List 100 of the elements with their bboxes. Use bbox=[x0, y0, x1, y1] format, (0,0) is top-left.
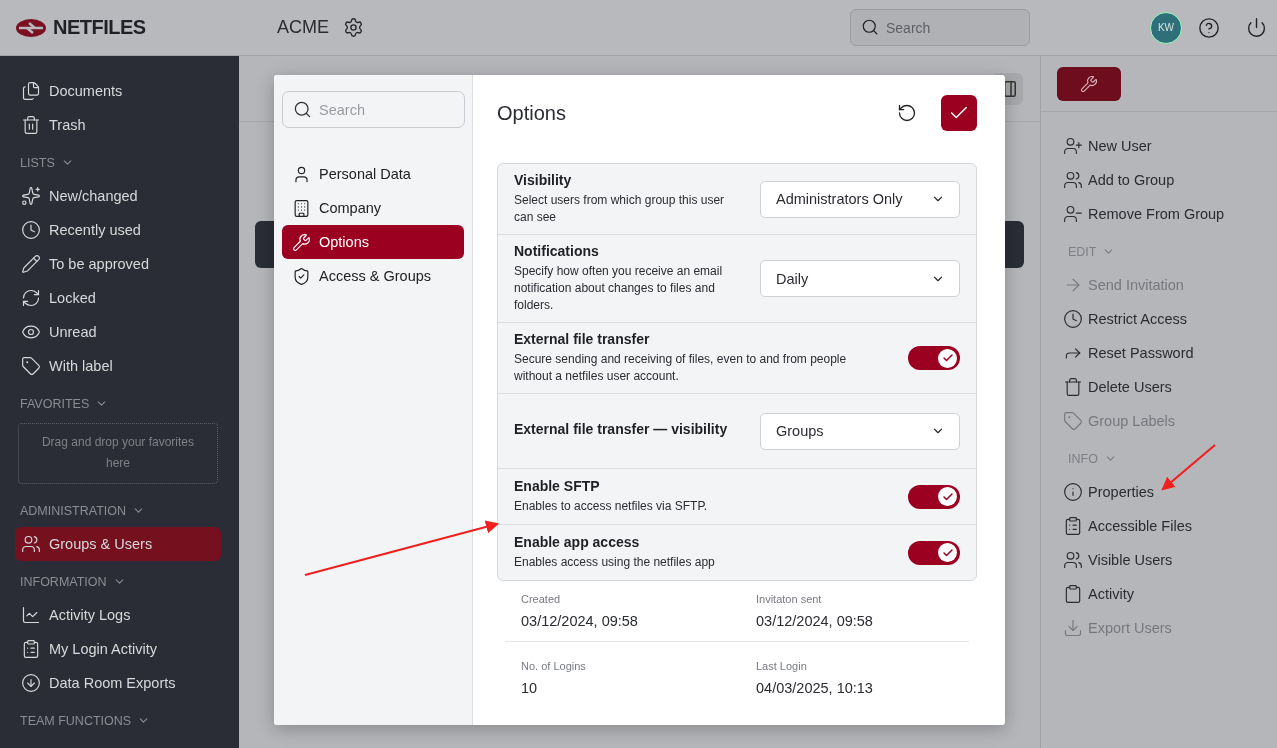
setting-title: Notifications bbox=[514, 243, 600, 259]
power-icon[interactable] bbox=[1246, 17, 1267, 38]
setting-description: Specify how often you receive an email notification about changes to files and folders. bbox=[514, 263, 724, 314]
action-item[interactable]: Delete Users bbox=[1063, 370, 1277, 404]
select-field[interactable]: Daily bbox=[760, 260, 960, 297]
action-item[interactable]: Accessible Files bbox=[1063, 509, 1277, 543]
sidebar-item[interactable]: Data Room Exports bbox=[15, 666, 221, 700]
item-icon bbox=[21, 220, 41, 240]
settings-button[interactable] bbox=[343, 17, 364, 38]
setting-description: Enables to access netfiles via SFTP. bbox=[514, 498, 709, 515]
action-icon bbox=[1063, 377, 1083, 397]
setting-description: Enables access using the netfiles app bbox=[514, 554, 716, 571]
nav-item[interactable]: Company bbox=[282, 191, 464, 225]
check-icon bbox=[941, 352, 954, 364]
item-icon bbox=[21, 639, 41, 659]
item-icon bbox=[21, 115, 41, 135]
sidebar-item[interactable]: New/changed bbox=[15, 179, 221, 213]
action-icon bbox=[1063, 309, 1083, 329]
detail-label: Created bbox=[521, 593, 562, 605]
sidebar-item[interactable]: To be approved bbox=[15, 247, 221, 281]
workspace-name: ACME bbox=[277, 17, 329, 38]
help-icon[interactable] bbox=[1198, 16, 1220, 39]
tools-button[interactable] bbox=[1057, 67, 1121, 101]
sidebar-item[interactable]: Recently used bbox=[15, 213, 221, 247]
section-title[interactable]: ADMINISTRATION bbox=[20, 503, 127, 518]
setting-title: External file transfer — visibility bbox=[514, 421, 729, 437]
nav-icon bbox=[292, 198, 311, 218]
setting-title: Visibility bbox=[514, 172, 573, 188]
item-icon bbox=[21, 81, 41, 101]
section-title[interactable]: TEAM FUNCTIONS bbox=[20, 713, 132, 728]
annotation-arrow bbox=[1161, 444, 1216, 491]
action-icon bbox=[1063, 618, 1083, 638]
logo-text: NETFILES bbox=[53, 16, 146, 39]
action-icon bbox=[1063, 482, 1083, 502]
action-icon bbox=[1063, 170, 1083, 190]
check-icon bbox=[941, 490, 954, 503]
panel-icon bbox=[1004, 80, 1016, 97]
item-icon bbox=[21, 605, 41, 625]
setting-title: Enable SFTP bbox=[514, 478, 601, 494]
detail-value: 03/12/2024, 09:58 bbox=[521, 613, 639, 629]
action-item[interactable]: Activity bbox=[1063, 577, 1277, 611]
detail-label: No. of Logins bbox=[521, 660, 587, 672]
sidebar-item[interactable]: Unread bbox=[15, 315, 221, 349]
search-icon bbox=[861, 18, 879, 36]
user-avatar[interactable]: KW bbox=[1150, 11, 1182, 44]
nav-item[interactable]: Options bbox=[282, 225, 464, 259]
select-field[interactable]: Administrators Only bbox=[760, 180, 960, 218]
item-icon bbox=[21, 254, 41, 274]
detail-value: 10 bbox=[521, 680, 539, 696]
item-icon bbox=[21, 534, 41, 554]
check-icon bbox=[941, 546, 954, 559]
toggle-switch[interactable] bbox=[908, 540, 960, 565]
sidebar-item[interactable]: Locked bbox=[15, 281, 221, 315]
nav-icon bbox=[292, 164, 311, 184]
setting-description: Secure sending and receiving of files, even to and from people without a netfiles user account. bbox=[514, 351, 848, 385]
action-icon bbox=[1063, 550, 1083, 570]
reset-icon[interactable] bbox=[897, 103, 917, 123]
setting-title: External file transfer bbox=[514, 331, 651, 347]
detail-value: 03/12/2024, 09:58 bbox=[756, 613, 874, 629]
setting-description: Select users from which group this user can see bbox=[514, 192, 726, 226]
confirm-button[interactable] bbox=[941, 95, 977, 131]
toggle-switch[interactable] bbox=[908, 346, 960, 370]
nav-item[interactable]: Access & Groups bbox=[282, 259, 464, 293]
search-field[interactable]: Search bbox=[282, 91, 465, 128]
action-icon bbox=[1063, 516, 1083, 536]
nav-item[interactable]: Personal Data bbox=[282, 157, 464, 191]
section-title[interactable]: LISTS bbox=[20, 155, 55, 170]
search-icon bbox=[293, 100, 312, 119]
detail-value: 04/03/2025, 10:13 bbox=[756, 680, 874, 696]
action-item[interactable]: New User bbox=[1063, 129, 1277, 163]
sidebar-item[interactable]: Documents bbox=[15, 74, 221, 108]
logo-icon bbox=[15, 17, 47, 38]
sidebar-item[interactable]: My Login Activity bbox=[15, 632, 221, 666]
action-icon bbox=[1063, 584, 1083, 604]
item-icon bbox=[21, 186, 41, 206]
search-field[interactable]: Search bbox=[850, 9, 1030, 46]
section-title[interactable]: INFORMATION bbox=[20, 574, 107, 589]
action-item[interactable]: Add to Group bbox=[1063, 163, 1277, 197]
select-field[interactable]: Groups bbox=[760, 412, 960, 450]
section-title[interactable]: FAVORITES bbox=[20, 396, 90, 411]
nav-icon bbox=[292, 266, 311, 286]
action-icon bbox=[1063, 204, 1083, 224]
item-icon bbox=[21, 288, 41, 308]
action-item[interactable]: Properties bbox=[1063, 475, 1277, 509]
sidebar-item[interactable]: With label bbox=[15, 349, 221, 383]
detail-label: Invitaton sent bbox=[756, 593, 823, 605]
detail-label: Last Login bbox=[756, 660, 808, 672]
item-icon bbox=[21, 356, 41, 376]
action-item[interactable]: Remove From Group bbox=[1063, 197, 1277, 231]
sidebar-item[interactable]: Activity Logs bbox=[15, 598, 221, 632]
action-item[interactable]: Visible Users bbox=[1063, 543, 1277, 577]
toggle-switch[interactable] bbox=[908, 484, 960, 509]
sidebar-item[interactable]: Trash bbox=[15, 108, 221, 142]
action-item[interactable]: Restrict Access bbox=[1063, 302, 1277, 336]
item-icon bbox=[21, 673, 41, 693]
action-item[interactable]: Reset Password bbox=[1063, 336, 1277, 370]
wrench-icon bbox=[1080, 75, 1098, 93]
sidebar-item[interactable]: Groups & Users bbox=[15, 527, 221, 561]
nav-icon bbox=[292, 232, 311, 252]
action-icon bbox=[1063, 136, 1083, 156]
